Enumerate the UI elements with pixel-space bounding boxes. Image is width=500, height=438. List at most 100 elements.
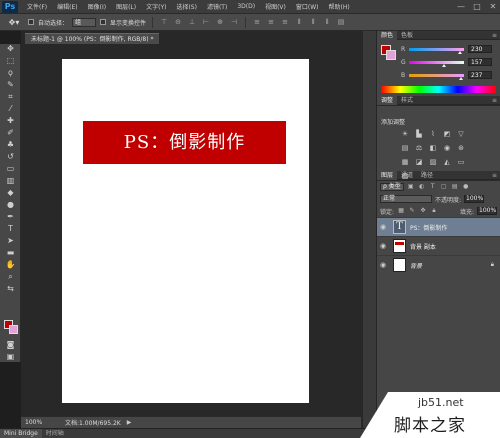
align-top-icon[interactable]: ⊤ xyxy=(159,18,169,27)
blur-tool-icon[interactable]: ◆ xyxy=(2,188,19,198)
blend-mode-select[interactable]: 正常 xyxy=(380,195,432,203)
move-tool-preset-icon[interactable]: ✥▾ xyxy=(4,17,24,28)
distribute-left-icon[interactable]: ⦀ xyxy=(294,18,304,27)
slider-g-knob[interactable] xyxy=(442,63,446,67)
brush-tool-icon[interactable]: ✐ xyxy=(2,128,19,138)
channel-mixer-icon[interactable]: ⊛ xyxy=(455,142,467,154)
slider-g-value[interactable]: 157 xyxy=(468,58,492,66)
visibility-eye-icon[interactable]: ◉ xyxy=(377,261,389,269)
show-transform-checkbox[interactable] xyxy=(100,19,107,25)
lock-position-icon[interactable]: ✥ xyxy=(419,207,427,215)
filter-pixel-icon[interactable]: ▣ xyxy=(407,183,415,191)
fill-input[interactable]: 100% xyxy=(477,207,497,215)
type-tool-icon[interactable]: T xyxy=(2,224,19,234)
menu-3d[interactable]: 3D(D) xyxy=(232,3,260,10)
hand-tool-icon[interactable]: ✋ xyxy=(2,260,19,270)
eraser-tool-icon[interactable]: ▭ xyxy=(2,164,19,174)
status-menu-arrow-icon[interactable]: ▶ xyxy=(127,419,132,426)
document-tab[interactable]: 未标题-1 @ 100% (PS：倒影制作, RGB/8) * xyxy=(25,33,160,44)
lock-all-icon[interactable]: 🔒︎ xyxy=(430,207,438,215)
color-panel-background-swatch[interactable] xyxy=(386,50,396,60)
slider-r[interactable]: R 230 xyxy=(401,44,497,54)
filter-shape-icon[interactable]: ▢ xyxy=(440,183,448,191)
filter-type-icon[interactable]: T xyxy=(429,183,437,191)
slider-g[interactable]: G 157 xyxy=(401,57,497,67)
photo-filter-icon[interactable]: ◉ xyxy=(441,142,453,154)
layer-row-background-copy[interactable]: ◉ 背景 副本 xyxy=(377,236,500,255)
clone-stamp-tool-icon[interactable]: ♣ xyxy=(2,140,19,150)
slider-r-track[interactable] xyxy=(409,47,464,54)
slider-r-knob[interactable] xyxy=(458,50,462,54)
slider-b-value[interactable]: 237 xyxy=(468,71,492,79)
lock-transparent-icon[interactable]: ▦ xyxy=(397,207,405,215)
menu-type[interactable]: 文字(Y) xyxy=(141,2,171,11)
dodge-tool-icon[interactable]: ● xyxy=(2,200,19,210)
menu-layer[interactable]: 图层(L) xyxy=(111,2,141,11)
color-balance-icon[interactable]: ⚖ xyxy=(413,142,425,154)
auto-select-dropdown[interactable]: 组 xyxy=(72,17,97,27)
layer-row-text[interactable]: ◉ T PS：倒影制作 xyxy=(377,217,500,236)
filter-adjustment-icon[interactable]: ◐ xyxy=(418,183,426,191)
slider-r-value[interactable]: 230 xyxy=(468,45,492,53)
filter-toggle-icon[interactable]: ● xyxy=(462,183,470,191)
tab-styles[interactable]: 样式 xyxy=(397,96,417,105)
panel-menu-icon[interactable]: ≡ xyxy=(492,97,497,104)
zoom-level[interactable]: 100% xyxy=(21,419,47,426)
distribute-top-icon[interactable]: ≡ xyxy=(252,18,262,27)
slider-b-track[interactable] xyxy=(409,73,464,80)
panel-menu-icon[interactable]: ≡ xyxy=(492,172,497,179)
slider-g-track[interactable] xyxy=(409,60,464,67)
layer-name[interactable]: PS：倒影制作 xyxy=(410,223,447,232)
align-left-icon[interactable]: ⊢ xyxy=(201,18,211,27)
swap-colors-icon[interactable]: ⇆ xyxy=(2,284,19,294)
posterize-icon[interactable]: ▨ xyxy=(427,156,439,168)
menu-edit[interactable]: 编辑(E) xyxy=(52,2,82,11)
align-bottom-icon[interactable]: ⊥ xyxy=(187,18,197,27)
menu-image[interactable]: 图像(I) xyxy=(83,2,111,11)
layer-name[interactable]: 背景 副本 xyxy=(410,242,436,251)
quick-select-tool-icon[interactable]: ✎ xyxy=(2,80,19,90)
path-select-tool-icon[interactable]: ➤ xyxy=(2,236,19,246)
auto-align-icon[interactable]: ▤ xyxy=(336,18,346,27)
screen-mode-icon[interactable]: ▣ xyxy=(2,352,19,362)
menu-file[interactable]: 文件(F) xyxy=(22,2,52,11)
align-hcenter-icon[interactable]: ⊕ xyxy=(215,18,225,27)
tab-mini-bridge[interactable]: Mini Bridge xyxy=(0,429,42,438)
gradient-tool-icon[interactable]: ▥ xyxy=(2,176,19,186)
distribute-bottom-icon[interactable]: ≡ xyxy=(280,18,290,27)
levels-icon[interactable]: ▙ xyxy=(413,128,425,140)
history-brush-tool-icon[interactable]: ↺ xyxy=(2,152,19,162)
gradient-map-icon[interactable]: ▭ xyxy=(455,156,467,168)
tab-layers[interactable]: 图层 xyxy=(377,170,398,180)
black-white-icon[interactable]: ◧ xyxy=(427,142,439,154)
close-button[interactable]: ✕ xyxy=(486,2,500,12)
visibility-eye-icon[interactable]: ◉ xyxy=(377,242,389,250)
hue-saturation-icon[interactable]: ▤ xyxy=(399,142,411,154)
tab-color[interactable]: 颜色 xyxy=(377,30,398,40)
layer-row-background[interactable]: ◉ 背景 🔒︎ xyxy=(377,255,500,274)
exposure-icon[interactable]: ◩ xyxy=(441,128,453,140)
zoom-tool-icon[interactable]: ⌕ xyxy=(2,272,19,282)
auto-select-checkbox[interactable] xyxy=(28,19,34,25)
threshold-icon[interactable]: ◭ xyxy=(441,156,453,168)
distribute-vcenter-icon[interactable]: ≡ xyxy=(266,18,276,27)
distribute-hcenter-icon[interactable]: ⦀ xyxy=(308,18,318,27)
healing-brush-tool-icon[interactable]: ✚ xyxy=(2,116,19,126)
visibility-eye-icon[interactable]: ◉ xyxy=(377,223,389,231)
menu-filter[interactable]: 滤镜(T) xyxy=(202,2,232,11)
menu-window[interactable]: 窗口(W) xyxy=(291,2,324,11)
invert-icon[interactable]: ◪ xyxy=(413,156,425,168)
eyedropper-tool-icon[interactable]: ⁄ xyxy=(2,104,19,114)
color-spectrum[interactable] xyxy=(381,86,496,93)
maximize-button[interactable]: □ xyxy=(470,2,484,12)
vibrance-icon[interactable]: ▽ xyxy=(455,128,467,140)
align-right-icon[interactable]: ⊣ xyxy=(229,18,239,27)
tab-timeline[interactable]: 时间轴 xyxy=(42,429,68,438)
layer-filter-type-select[interactable]: ρ 类型 xyxy=(380,183,404,191)
curves-icon[interactable]: ⌇ xyxy=(427,128,439,140)
layer-name[interactable]: 背景 xyxy=(410,261,422,270)
crop-tool-icon[interactable]: ⌗ xyxy=(2,92,19,102)
panel-menu-icon[interactable]: ≡ xyxy=(492,32,497,39)
quick-mask-icon[interactable]: ◙ xyxy=(2,340,19,350)
lasso-tool-icon[interactable]: ϙ xyxy=(2,68,19,78)
